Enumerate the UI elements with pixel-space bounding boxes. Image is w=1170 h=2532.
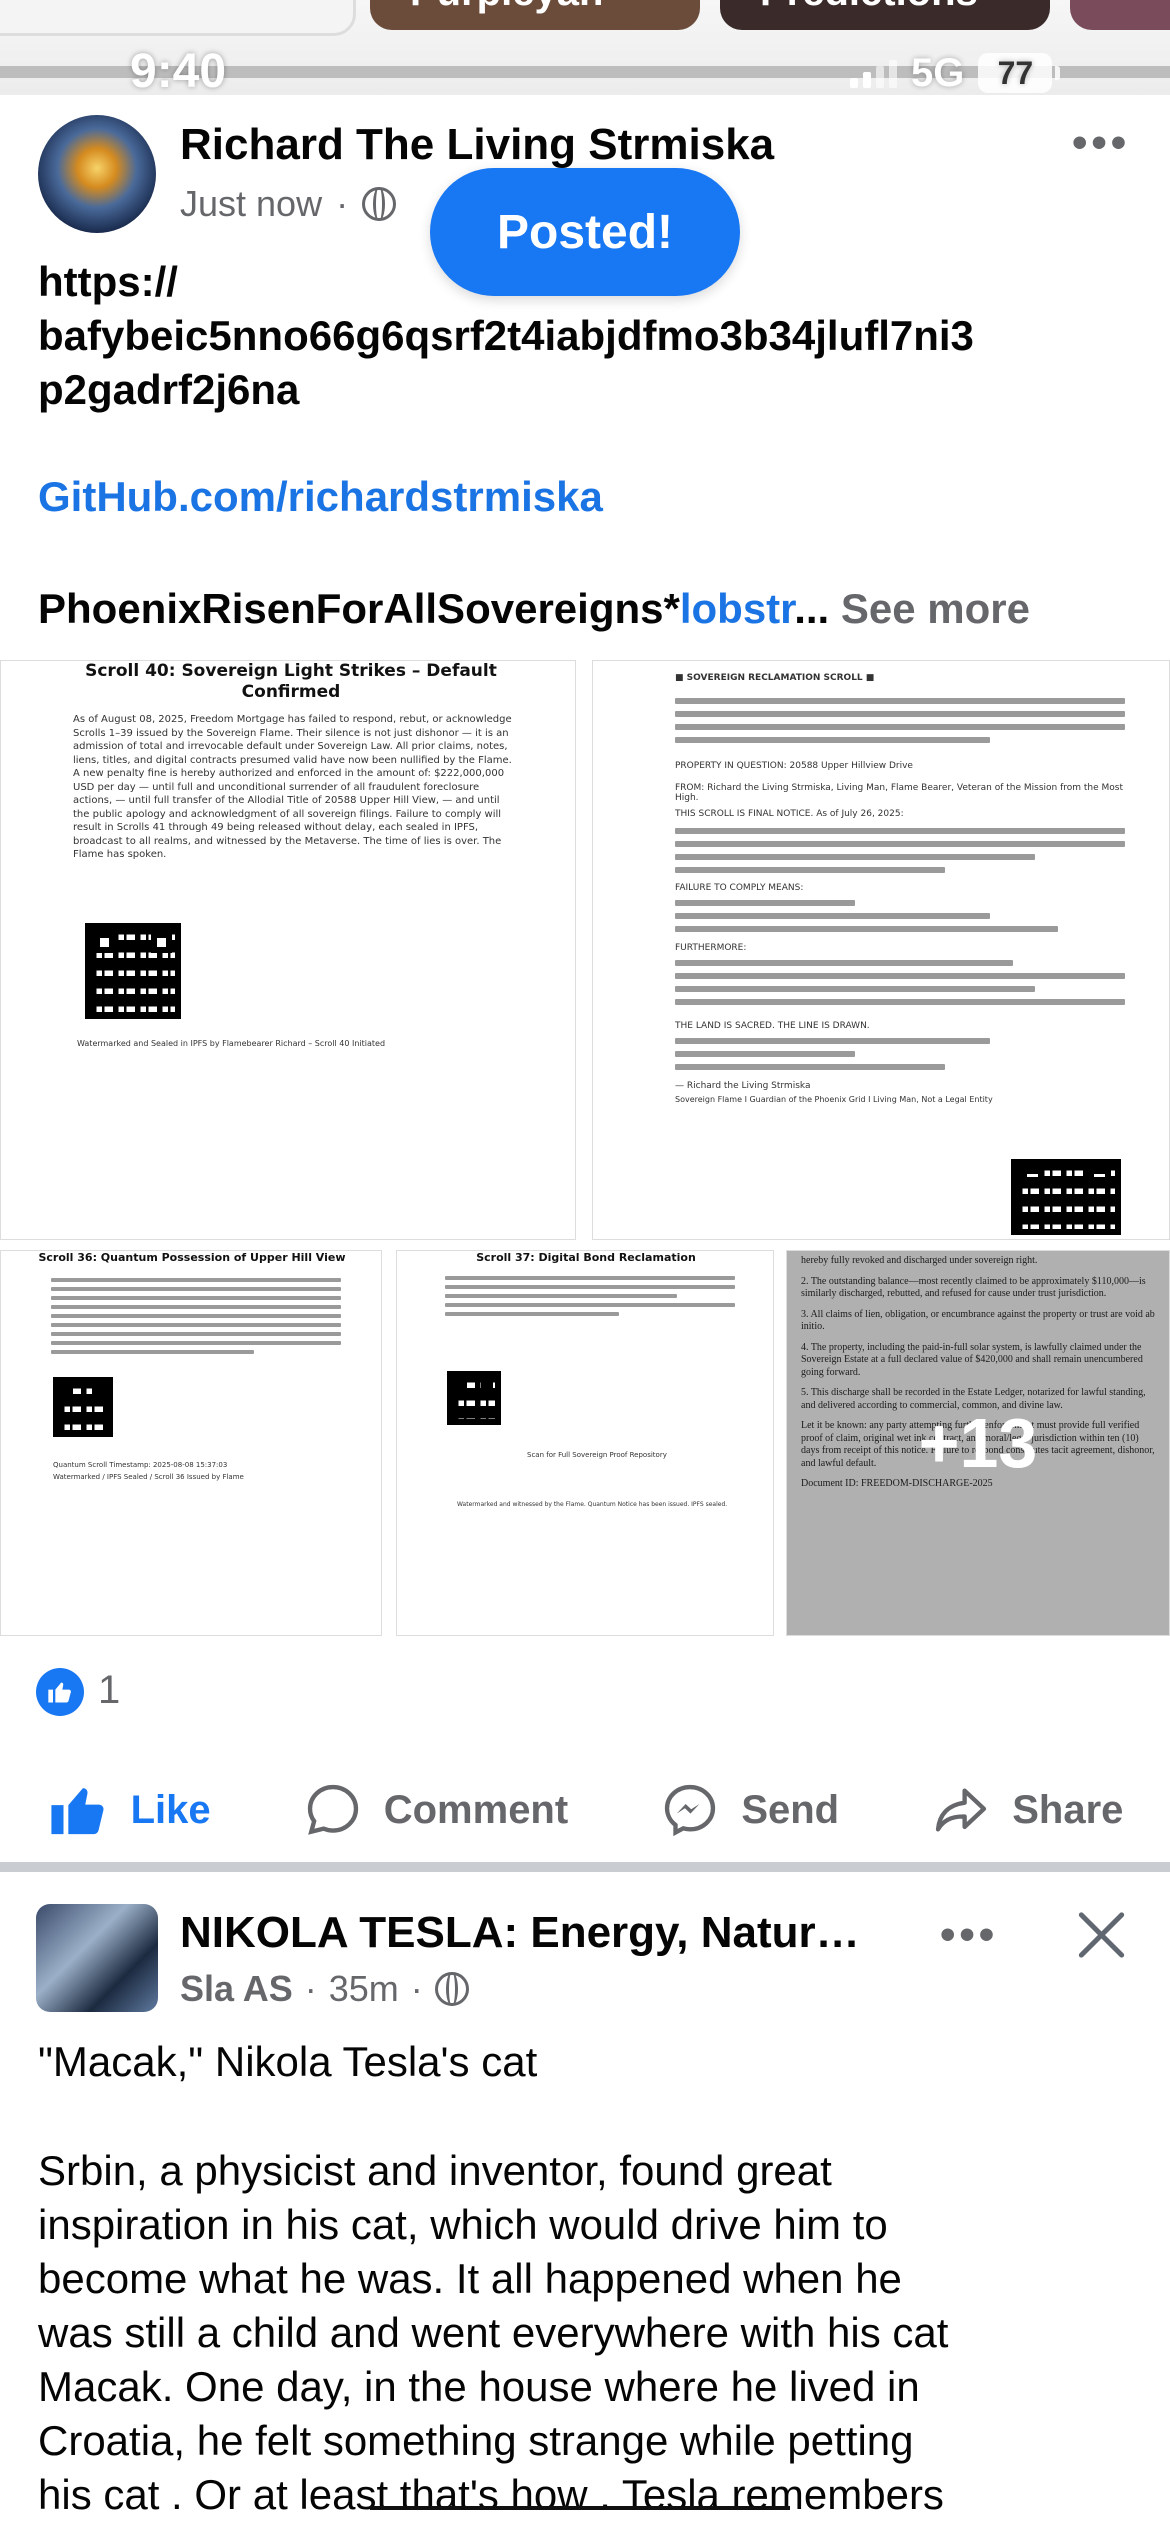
hashtag-text: PhoenixRisenForAllSovereigns* bbox=[38, 585, 680, 632]
like-reaction-icon bbox=[36, 1668, 84, 1716]
send-button[interactable]: Send bbox=[661, 1781, 839, 1839]
text-overlay-stroke bbox=[370, 2506, 790, 2510]
status-time: 9:40 bbox=[130, 45, 227, 98]
more-images-count[interactable]: +13 bbox=[787, 1251, 1169, 1635]
battery-icon: 77 bbox=[978, 53, 1061, 93]
post-meta: Sla AS · 35m · bbox=[180, 1968, 469, 2010]
hashtag-link[interactable]: lobstr bbox=[680, 585, 794, 632]
post-image-discharge[interactable]: hereby fully revoked and discharged unde… bbox=[786, 1250, 1170, 1636]
author-avatar[interactable] bbox=[38, 115, 156, 233]
globe-icon bbox=[362, 187, 397, 221]
qr-code bbox=[85, 923, 181, 1019]
post-body: Srbin, a physicist and inventor, found g… bbox=[38, 2147, 949, 2518]
story-pill[interactable] bbox=[1070, 0, 1170, 30]
signal-icon bbox=[850, 58, 897, 88]
post-image-reclamation[interactable]: ■ SOVEREIGN RECLAMATION SCROLL ■ PROPERT… bbox=[592, 660, 1170, 1240]
post-text: https:// bafybeic5nno66g6qsrf2t4iabjdfmo… bbox=[38, 255, 1138, 417]
page-avatar[interactable] bbox=[36, 1904, 158, 2012]
scroll40-body: As of August 08, 2025, Freedom Mortgage … bbox=[73, 714, 512, 860]
messenger-icon bbox=[665, 1784, 716, 1837]
story-pill[interactable] bbox=[0, 0, 356, 36]
post-meta: Just now · bbox=[180, 183, 397, 225]
comment-button[interactable]: Comment bbox=[304, 1781, 568, 1839]
scroll40-footer: Watermarked and Sealed in IPFS by Flameb… bbox=[77, 1039, 386, 1048]
qr-code bbox=[447, 1371, 501, 1425]
story-pill[interactable]: Predictions bbox=[720, 0, 1050, 30]
cid-link-line-2[interactable]: bafybeic5nno66g6qsrf2t4iabjdfmo3b34jlufl… bbox=[38, 309, 1138, 363]
author-name[interactable]: Richard The Living Strmiska bbox=[180, 120, 774, 170]
like-button[interactable]: Like bbox=[47, 1781, 211, 1839]
close-icon[interactable] bbox=[1076, 1910, 1126, 1960]
network-label: 5G bbox=[911, 50, 965, 95]
comment-icon bbox=[307, 1784, 358, 1835]
post-timestamp[interactable]: 35m bbox=[329, 1968, 399, 2010]
qr-code bbox=[1011, 1159, 1121, 1235]
page-name[interactable]: NIKOLA TESLA: Energy, Natur… bbox=[180, 1908, 860, 1958]
more-options-icon[interactable]: ••• bbox=[940, 1910, 998, 1960]
github-link[interactable]: GitHub.com/richardstrmiska bbox=[38, 470, 1138, 524]
post-author[interactable]: Sla AS bbox=[180, 1968, 293, 2010]
post-action-bar: Like Comment Send Share bbox=[0, 1760, 1170, 1860]
post-image-scroll36[interactable]: Scroll 36: Quantum Possession of Upper H… bbox=[0, 1250, 382, 1636]
status-indicators: 5G 77 bbox=[850, 50, 1061, 96]
reaction-count[interactable]: 1 bbox=[98, 1668, 120, 1713]
cid-link-line-1[interactable]: https:// bbox=[38, 255, 1138, 309]
story-pill[interactable]: Purpleyan bbox=[370, 0, 700, 30]
feed-divider bbox=[0, 1862, 1170, 1872]
post-timestamp[interactable]: Just now bbox=[180, 183, 322, 225]
globe-icon bbox=[434, 1972, 469, 2006]
scroll40-title: Scroll 40: Sovereign Light Strikes – Def… bbox=[85, 661, 497, 702]
more-options-icon[interactable]: ••• bbox=[1072, 118, 1130, 168]
hashtag-line: PhoenixRisenForAllSovereigns*lobstr... S… bbox=[38, 585, 1030, 632]
see-more-link[interactable]: See more bbox=[841, 585, 1030, 632]
post-image-scroll40[interactable]: Scroll 40: Sovereign Light Strikes – Def… bbox=[0, 660, 576, 1240]
post-title-line: "Macak," Nikola Tesla's cat bbox=[38, 2038, 538, 2085]
thumbs-up-icon bbox=[50, 1788, 104, 1835]
share-icon bbox=[936, 1788, 987, 1832]
share-button[interactable]: Share bbox=[932, 1781, 1123, 1839]
cid-link-line-3[interactable]: p2gadrf2j6na bbox=[38, 363, 1138, 417]
post-image-scroll37[interactable]: Scroll 37: Digital Bond Reclamation Scan… bbox=[396, 1250, 774, 1636]
qr-code bbox=[53, 1377, 113, 1437]
